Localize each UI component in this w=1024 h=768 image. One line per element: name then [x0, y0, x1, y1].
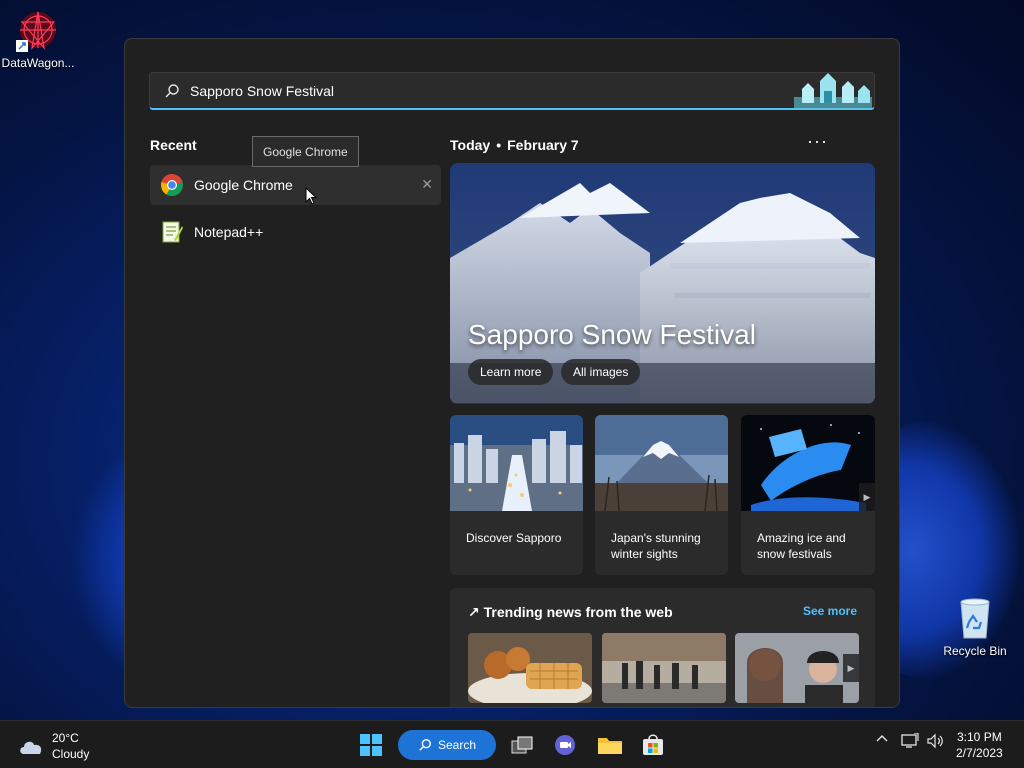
- news-thumbnail[interactable]: [602, 633, 726, 703]
- today-label: Today: [450, 137, 491, 153]
- mount-fuji-image: [595, 415, 728, 512]
- close-icon[interactable]: ✕: [421, 176, 433, 193]
- network-icon: [901, 732, 919, 748]
- crowd-image: [602, 633, 726, 703]
- show-hidden-icons-button[interactable]: [876, 733, 888, 748]
- news-thumbnail[interactable]: [468, 633, 592, 703]
- microsoft-store-button[interactable]: [637, 729, 669, 761]
- windows-logo-icon: [360, 734, 382, 756]
- trend-arrow-icon: ↗: [468, 604, 480, 620]
- desktop-icon-datawagon[interactable]: DataWagon...: [0, 8, 78, 70]
- folder-icon: [598, 738, 622, 754]
- task-view-button[interactable]: [506, 729, 538, 761]
- sapporo-city-image: [450, 415, 583, 511]
- recent-item-label: Notepad++: [194, 224, 264, 240]
- food-image: [468, 633, 592, 703]
- mouse-cursor-icon: [305, 187, 317, 205]
- all-images-button[interactable]: All images: [561, 359, 641, 385]
- desktop-icon-label: Recycle Bin: [943, 644, 1007, 658]
- trending-title: ↗ Trending news from the web: [468, 604, 673, 620]
- desktop-icon-recycle-bin[interactable]: Recycle Bin: [935, 596, 1015, 658]
- portrait-image: [735, 633, 859, 703]
- card-japan-winter-sights[interactable]: Japan's stunning winter sights: [595, 415, 728, 575]
- today-date: February 7: [507, 137, 579, 153]
- next-arrow-button[interactable]: ▶: [843, 654, 859, 682]
- recent-item-notepad-plus-plus[interactable]: Notepad++: [150, 212, 441, 252]
- search-icon: [419, 739, 431, 751]
- clock-time: 3:10 PM: [957, 730, 1002, 744]
- weather-temp: 20°C: [52, 731, 79, 745]
- tooltip: Google Chrome: [252, 136, 359, 167]
- store-icon: [643, 734, 663, 755]
- hero-title: Sapporo Snow Festival: [468, 319, 756, 350]
- network-button[interactable]: [901, 732, 919, 752]
- search-box[interactable]: [149, 72, 875, 110]
- card-ice-snow-festivals[interactable]: Amazing ice and snow festivals ▶: [741, 415, 875, 575]
- search-flyout: Recent Google Chrome ✕ Notepad++ Google …: [124, 38, 900, 708]
- cloud-icon: [20, 741, 42, 754]
- trending-news-panel: ↗ Trending news from the web See more ▶: [450, 588, 875, 707]
- speaker-icon: [927, 733, 943, 749]
- datawagon-icon: [16, 8, 60, 52]
- card-caption: Amazing ice and snow festivals: [757, 531, 846, 561]
- task-view-icon: [511, 736, 533, 754]
- chevron-up-icon: [876, 735, 888, 742]
- recent-item-label: Google Chrome: [194, 177, 293, 193]
- recent-heading: Recent: [150, 137, 197, 153]
- file-explorer-button[interactable]: [594, 729, 626, 761]
- search-input[interactable]: [190, 82, 750, 99]
- separator-dot: •: [496, 137, 502, 153]
- teams-chat-icon: [555, 735, 575, 755]
- teams-chat-button[interactable]: [549, 729, 581, 761]
- notepadpp-icon: [160, 220, 184, 244]
- desktop-icon-label: DataWagon...: [1, 56, 75, 70]
- clock[interactable]: 3:10 PM 2/7/2023: [956, 729, 1003, 761]
- recycle-bin-icon: [953, 596, 997, 640]
- taskbar-search-button[interactable]: Search: [398, 730, 496, 760]
- card-caption: Discover Sapporo: [466, 531, 562, 545]
- next-arrow-button[interactable]: ▶: [859, 483, 875, 511]
- card-caption: Japan's stunning winter sights: [611, 531, 701, 561]
- snow-castle-icon: [794, 73, 872, 109]
- see-more-link[interactable]: See more: [803, 604, 857, 618]
- today-header: Today • February 7: [450, 137, 579, 153]
- learn-more-button[interactable]: Learn more: [468, 359, 554, 385]
- card-discover-sapporo[interactable]: Discover Sapporo: [450, 415, 583, 575]
- chrome-icon: [160, 173, 184, 197]
- clock-date: 2/7/2023: [956, 746, 1003, 760]
- more-options-button[interactable]: ···: [807, 131, 828, 152]
- volume-button[interactable]: [926, 733, 944, 752]
- recent-item-google-chrome[interactable]: Google Chrome ✕: [150, 165, 441, 205]
- weather-condition: Cloudy: [52, 747, 90, 761]
- search-label: Search: [437, 738, 477, 752]
- weather-widget[interactable]: 20°C Cloudy: [18, 730, 89, 762]
- search-icon: [164, 83, 180, 99]
- news-thumbnail[interactable]: ▶: [735, 633, 859, 703]
- start-button[interactable]: [355, 729, 387, 761]
- hero-card[interactable]: Sapporo Snow Festival Learn more All ima…: [450, 163, 875, 404]
- ice-sculpture-image: [741, 415, 875, 511]
- taskbar: 20°C Cloudy Search 3:10 PM 2/7/2023: [0, 720, 1024, 768]
